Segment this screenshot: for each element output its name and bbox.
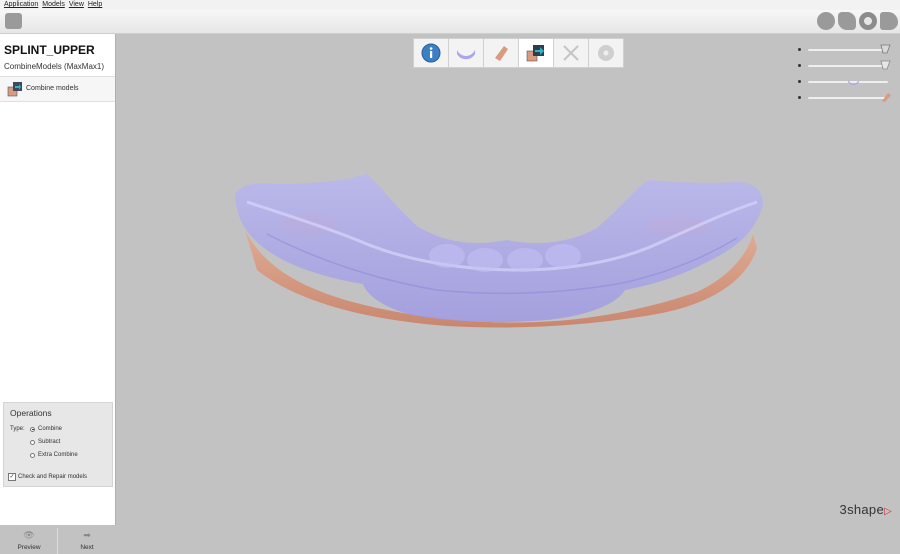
3d-viewport[interactable]: 3shape▷ bbox=[117, 34, 900, 525]
radio-dot[interactable] bbox=[30, 426, 35, 432]
type-label: Type: bbox=[10, 426, 25, 432]
disc-icon bbox=[598, 45, 614, 61]
slider-row-2 bbox=[798, 60, 894, 76]
combine-icon bbox=[526, 45, 544, 62]
slider-dot bbox=[798, 64, 801, 67]
menu-application[interactable]: Application bbox=[4, 0, 38, 10]
arrow-right-icon: ➡ bbox=[83, 530, 91, 540]
radio-dot[interactable] bbox=[30, 452, 35, 458]
checkbox-label: Check and Repair models bbox=[18, 474, 88, 480]
slider-dot bbox=[798, 80, 801, 83]
slider-row-4 bbox=[798, 92, 894, 108]
wizard-bar bbox=[413, 38, 624, 68]
app-icon[interactable] bbox=[5, 13, 22, 29]
menu-help[interactable]: Help bbox=[88, 0, 102, 10]
left-panel: SPLINT_UPPER CombineModels (MaxMax1) Com… bbox=[0, 34, 116, 554]
slider-thumb-gray[interactable] bbox=[880, 44, 891, 54]
splint-model-view[interactable] bbox=[117, 34, 900, 525]
menu-models[interactable]: Models bbox=[42, 0, 65, 10]
brand-triangle-icon: ▷ bbox=[884, 506, 892, 517]
tools-icon bbox=[563, 45, 579, 61]
slider-track[interactable] bbox=[808, 49, 888, 51]
slider-row-1 bbox=[798, 44, 894, 60]
step-combine-models[interactable]: Combine models bbox=[0, 76, 115, 102]
wizard-step-info[interactable] bbox=[413, 38, 449, 68]
check-repair-checkbox[interactable]: ✓ Check and Repair models bbox=[8, 473, 87, 481]
slider-thumb-splint[interactable] bbox=[848, 76, 859, 86]
radio-label: Extra Combine bbox=[38, 452, 78, 458]
tooth-icon[interactable] bbox=[880, 12, 898, 30]
radio-combine[interactable]: Combine bbox=[30, 426, 62, 432]
next-button[interactable]: ➡ Next bbox=[67, 530, 107, 554]
cube-icon[interactable] bbox=[838, 12, 856, 30]
view-toolbar bbox=[817, 12, 898, 30]
radio-subtract[interactable]: Subtract bbox=[30, 439, 60, 445]
visibility-sliders bbox=[798, 44, 894, 108]
splint-icon bbox=[457, 50, 475, 60]
combine-models-icon bbox=[7, 82, 22, 97]
preview-button[interactable]: 👁 Preview bbox=[9, 530, 49, 554]
operations-panel: Operations Type: Combine Subtract Extra … bbox=[3, 402, 113, 487]
slider-thumb-model[interactable] bbox=[880, 92, 891, 102]
ring-icon[interactable] bbox=[859, 12, 877, 30]
wizard-step-combine[interactable] bbox=[518, 38, 554, 68]
slider-thumb-gray[interactable] bbox=[880, 60, 891, 70]
wizard-step-splint[interactable] bbox=[448, 38, 484, 68]
info-icon bbox=[421, 43, 441, 63]
slider-row-3 bbox=[798, 76, 894, 92]
slider-track[interactable] bbox=[808, 65, 888, 67]
toolbar bbox=[0, 10, 900, 34]
radio-dot[interactable] bbox=[30, 439, 35, 445]
next-label: Next bbox=[80, 544, 94, 551]
eye-icon: 👁 bbox=[23, 530, 35, 540]
project-subtitle: CombineModels (MaxMax1) bbox=[4, 62, 105, 71]
sphere-icon[interactable] bbox=[817, 12, 835, 30]
brand-text: 3shape bbox=[839, 502, 884, 517]
slider-dot bbox=[798, 96, 801, 99]
nav-divider bbox=[57, 528, 58, 554]
menu-bar: Application Models View Help bbox=[0, 0, 900, 10]
radio-label: Subtract bbox=[38, 439, 61, 445]
menu-view[interactable]: View bbox=[69, 0, 84, 10]
brand-logo: 3shape▷ bbox=[840, 502, 892, 517]
checkbox-mark[interactable]: ✓ bbox=[8, 473, 16, 481]
model-icon bbox=[495, 46, 508, 61]
slider-dot bbox=[798, 48, 801, 51]
radio-extra-combine[interactable]: Extra Combine bbox=[30, 452, 78, 458]
step-label: Combine models bbox=[26, 85, 79, 92]
project-title: SPLINT_UPPER bbox=[4, 43, 95, 57]
wizard-step-disc bbox=[588, 38, 624, 68]
wizard-step-model[interactable] bbox=[483, 38, 519, 68]
wizard-step-tools bbox=[553, 38, 589, 68]
slider-track[interactable] bbox=[808, 97, 888, 99]
radio-label: Combine bbox=[38, 426, 63, 432]
operations-title: Operations bbox=[10, 408, 52, 418]
preview-label: Preview bbox=[17, 544, 41, 551]
